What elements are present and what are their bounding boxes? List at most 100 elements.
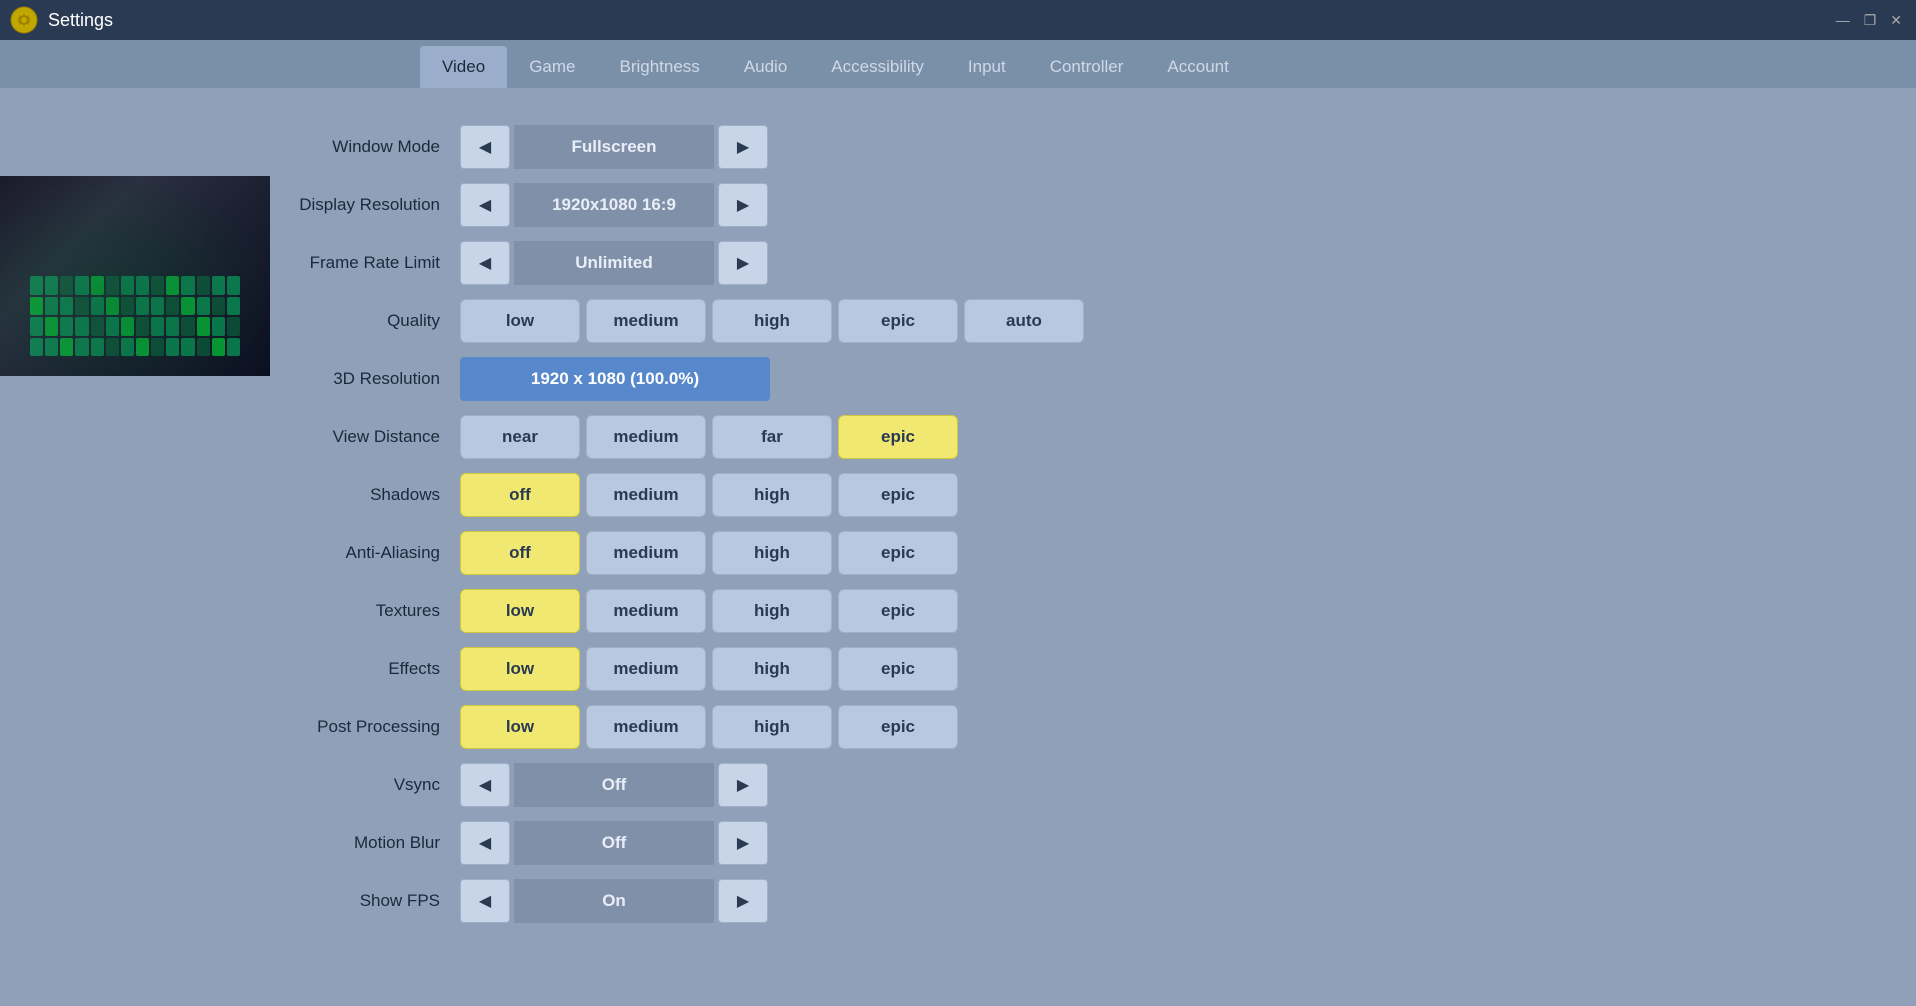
display-resolution-control: ◀ 1920x1080 16:9 ▶ <box>460 183 768 227</box>
3d-resolution-value: 1920 x 1080 (100.0%) <box>460 357 770 401</box>
textures-low[interactable]: low <box>460 589 580 633</box>
frame-rate-value: Unlimited <box>514 241 714 285</box>
frame-rate-next[interactable]: ▶ <box>718 241 768 285</box>
app-title: Settings <box>48 10 113 31</box>
view-distance-epic[interactable]: epic <box>838 415 958 459</box>
post-processing-high[interactable]: high <box>712 705 832 749</box>
3d-resolution-row: 3D Resolution 1920 x 1080 (100.0%) <box>140 350 1916 408</box>
textures-group: low medium high epic <box>460 589 958 633</box>
quality-row: Quality low medium high epic auto <box>140 292 1916 350</box>
post-processing-epic[interactable]: epic <box>838 705 958 749</box>
window-controls: — ❐ ✕ <box>1832 10 1906 31</box>
tab-accessibility[interactable]: Accessibility <box>809 46 946 88</box>
view-distance-near[interactable]: near <box>460 415 580 459</box>
show-fps-row: Show FPS ◀ On ▶ <box>140 872 1916 930</box>
window-mode-value: Fullscreen <box>514 125 714 169</box>
effects-group: low medium high epic <box>460 647 958 691</box>
anti-aliasing-off[interactable]: off <box>460 531 580 575</box>
motion-blur-prev[interactable]: ◀ <box>460 821 510 865</box>
shadows-group: off medium high epic <box>460 473 958 517</box>
tab-game[interactable]: Game <box>507 46 597 88</box>
window-mode-next[interactable]: ▶ <box>718 125 768 169</box>
motion-blur-next[interactable]: ▶ <box>718 821 768 865</box>
display-resolution-prev[interactable]: ◀ <box>460 183 510 227</box>
post-processing-group: low medium high epic <box>460 705 958 749</box>
vsync-next[interactable]: ▶ <box>718 763 768 807</box>
nav-bar: Video Game Brightness Audio Accessibilit… <box>0 40 1916 88</box>
effects-high[interactable]: high <box>712 647 832 691</box>
show-fps-next[interactable]: ▶ <box>718 879 768 923</box>
textures-row: Textures low medium high epic <box>140 582 1916 640</box>
display-resolution-row: Display Resolution ◀ 1920x1080 16:9 ▶ <box>140 176 1916 234</box>
keyboard-preview <box>30 276 240 356</box>
close-button[interactable]: ✕ <box>1886 10 1906 31</box>
show-fps-value: On <box>514 879 714 923</box>
anti-aliasing-label: Anti-Aliasing <box>140 543 460 563</box>
view-distance-group: near medium far epic <box>460 415 958 459</box>
post-processing-medium[interactable]: medium <box>586 705 706 749</box>
textures-medium[interactable]: medium <box>586 589 706 633</box>
vsync-label: Vsync <box>140 775 460 795</box>
anti-aliasing-row: Anti-Aliasing off medium high epic <box>140 524 1916 582</box>
video-preview <box>0 176 270 376</box>
post-processing-low[interactable]: low <box>460 705 580 749</box>
textures-epic[interactable]: epic <box>838 589 958 633</box>
tab-brightness[interactable]: Brightness <box>597 46 721 88</box>
post-processing-row: Post Processing low medium high epic <box>140 698 1916 756</box>
window-mode-label: Window Mode <box>140 137 460 157</box>
tab-controller[interactable]: Controller <box>1028 46 1146 88</box>
quality-group: low medium high epic auto <box>460 299 1084 343</box>
view-distance-row: View Distance near medium far epic <box>140 408 1916 466</box>
anti-aliasing-high[interactable]: high <box>712 531 832 575</box>
quality-low[interactable]: low <box>460 299 580 343</box>
vsync-prev[interactable]: ◀ <box>460 763 510 807</box>
frame-rate-prev[interactable]: ◀ <box>460 241 510 285</box>
vsync-value: Off <box>514 763 714 807</box>
show-fps-prev[interactable]: ◀ <box>460 879 510 923</box>
quality-epic[interactable]: epic <box>838 299 958 343</box>
show-fps-label: Show FPS <box>140 891 460 911</box>
shadows-high[interactable]: high <box>712 473 832 517</box>
shadows-row: Shadows off medium high epic <box>140 466 1916 524</box>
maximize-button[interactable]: ❐ <box>1860 10 1881 31</box>
frame-rate-control: ◀ Unlimited ▶ <box>460 241 768 285</box>
tab-input[interactable]: Input <box>946 46 1028 88</box>
effects-low[interactable]: low <box>460 647 580 691</box>
motion-blur-control: ◀ Off ▶ <box>460 821 768 865</box>
view-distance-far[interactable]: far <box>712 415 832 459</box>
motion-blur-value: Off <box>514 821 714 865</box>
tab-account[interactable]: Account <box>1145 46 1250 88</box>
window-mode-prev[interactable]: ◀ <box>460 125 510 169</box>
shadows-medium[interactable]: medium <box>586 473 706 517</box>
anti-aliasing-medium[interactable]: medium <box>586 531 706 575</box>
video-thumbnail <box>0 176 270 376</box>
tab-video[interactable]: Video <box>420 46 507 88</box>
post-processing-label: Post Processing <box>140 717 460 737</box>
textures-high[interactable]: high <box>712 589 832 633</box>
minimize-button[interactable]: — <box>1832 10 1854 30</box>
quality-medium[interactable]: medium <box>586 299 706 343</box>
title-bar: Settings — ❐ ✕ <box>0 0 1916 40</box>
settings-area: Window Mode ◀ Fullscreen ▶ Display Resol… <box>140 118 1916 930</box>
frame-rate-row: Frame Rate Limit ◀ Unlimited ▶ <box>140 234 1916 292</box>
display-resolution-next[interactable]: ▶ <box>718 183 768 227</box>
effects-medium[interactable]: medium <box>586 647 706 691</box>
view-distance-label: View Distance <box>140 427 460 447</box>
quality-auto[interactable]: auto <box>964 299 1084 343</box>
vsync-row: Vsync ◀ Off ▶ <box>140 756 1916 814</box>
textures-label: Textures <box>140 601 460 621</box>
anti-aliasing-group: off medium high epic <box>460 531 958 575</box>
anti-aliasing-epic[interactable]: epic <box>838 531 958 575</box>
motion-blur-row: Motion Blur ◀ Off ▶ <box>140 814 1916 872</box>
view-distance-medium[interactable]: medium <box>586 415 706 459</box>
shadows-epic[interactable]: epic <box>838 473 958 517</box>
effects-epic[interactable]: epic <box>838 647 958 691</box>
window-mode-control: ◀ Fullscreen ▶ <box>460 125 768 169</box>
shadows-off[interactable]: off <box>460 473 580 517</box>
effects-row: Effects low medium high epic <box>140 640 1916 698</box>
shadows-label: Shadows <box>140 485 460 505</box>
tab-audio[interactable]: Audio <box>722 46 809 88</box>
display-resolution-value: 1920x1080 16:9 <box>514 183 714 227</box>
quality-high[interactable]: high <box>712 299 832 343</box>
settings-icon <box>10 6 38 34</box>
